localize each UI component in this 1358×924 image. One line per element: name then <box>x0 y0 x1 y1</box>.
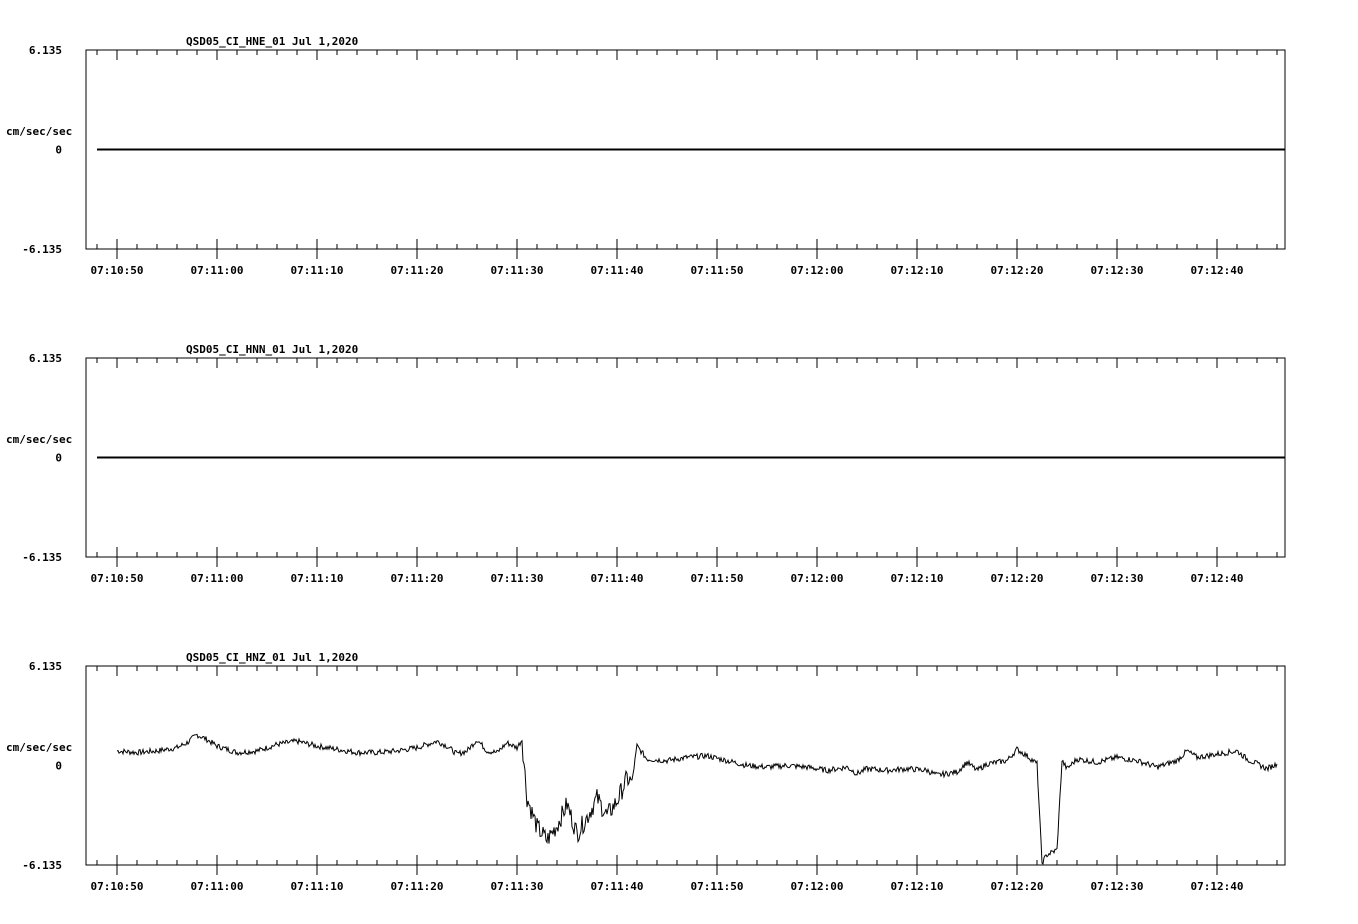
x-tick-label: 07:12:10 <box>891 880 944 893</box>
x-tick-label: 07:11:30 <box>491 264 544 277</box>
x-tick-label: 07:12:40 <box>1191 264 1244 277</box>
x-tick-label: 07:12:00 <box>791 880 844 893</box>
y-axis-label: cm/sec/sec <box>6 125 72 138</box>
y-tick-label: 6.135 <box>29 660 62 673</box>
y-tick-label: 0 <box>55 452 62 465</box>
x-tick-label: 07:11:30 <box>491 880 544 893</box>
x-tick-label: 07:12:30 <box>1091 880 1144 893</box>
x-tick-label: 07:11:50 <box>691 572 744 585</box>
x-tick-label: 07:12:00 <box>791 572 844 585</box>
x-tick-label: 07:11:10 <box>291 572 344 585</box>
plot-frame <box>85 665 1286 866</box>
chart-title: QSD05_CI_HNE_01 Jul 1,2020 <box>186 35 358 48</box>
x-tick-label: 07:10:50 <box>91 264 144 277</box>
y-axis-label: cm/sec/sec <box>6 741 72 754</box>
x-tick-label: 07:12:00 <box>791 264 844 277</box>
x-tick-label: 07:11:40 <box>591 264 644 277</box>
x-tick-label: 07:11:20 <box>391 264 444 277</box>
seismogram-figure: QSD05_CI_HNE_01 Jul 1,2020 cm/sec/sec 6.13… <box>6 35 1286 893</box>
y-tick-label: 0 <box>55 760 62 773</box>
y-tick-label: -6.135 <box>22 243 62 256</box>
x-tick-label: 07:12:10 <box>891 572 944 585</box>
x-tick-label: 07:10:50 <box>91 880 144 893</box>
x-tick-label: 07:11:30 <box>491 572 544 585</box>
x-tick-label: 07:11:20 <box>391 572 444 585</box>
x-tick-label: 07:12:20 <box>991 264 1044 277</box>
panel-1: QSD05_CI_HNE_01 Jul 1,2020 cm/sec/sec 6.13… <box>6 35 1286 277</box>
chart-title: QSD05_CI_HNN_01 Jul 1,2020 <box>186 343 358 356</box>
x-tick-label: 07:11:10 <box>291 264 344 277</box>
x-tick-label: 07:12:30 <box>1091 572 1144 585</box>
y-tick-label: 6.135 <box>29 352 62 365</box>
x-tick-label: 07:11:40 <box>591 880 644 893</box>
x-tick-label: 07:11:40 <box>591 572 644 585</box>
x-tick-label: 07:11:20 <box>391 880 444 893</box>
panel-2: QSD05_CI_HNN_01 Jul 1,2020 cm/sec/sec 6.13… <box>6 343 1286 585</box>
x-tick-label: 07:12:40 <box>1191 880 1244 893</box>
x-tick-label: 07:12:20 <box>991 572 1044 585</box>
x-tick-label: 07:11:10 <box>291 880 344 893</box>
y-tick-label: -6.135 <box>22 859 62 872</box>
y-axis-label: cm/sec/sec <box>6 433 72 446</box>
x-tick-label: 07:11:00 <box>191 264 244 277</box>
x-tick-label: 07:11:00 <box>191 572 244 585</box>
x-tick-label: 07:11:50 <box>691 264 744 277</box>
y-tick-label: 0 <box>55 144 62 157</box>
y-tick-label: 6.135 <box>29 44 62 57</box>
panel-3: QSD05_CI_HNZ_01 Jul 1,2020 cm/sec/sec 6.13… <box>6 651 1286 893</box>
chart-title: QSD05_CI_HNZ_01 Jul 1,2020 <box>186 651 358 664</box>
y-tick-label: -6.135 <box>22 551 62 564</box>
x-tick-label: 07:12:40 <box>1191 572 1244 585</box>
x-tick-label: 07:10:50 <box>91 572 144 585</box>
x-tick-label: 07:12:30 <box>1091 264 1144 277</box>
x-tick-label: 07:12:20 <box>991 880 1044 893</box>
series-trace <box>116 733 1278 865</box>
x-tick-label: 07:12:10 <box>891 264 944 277</box>
x-tick-label: 07:11:00 <box>191 880 244 893</box>
x-tick-label: 07:11:50 <box>691 880 744 893</box>
